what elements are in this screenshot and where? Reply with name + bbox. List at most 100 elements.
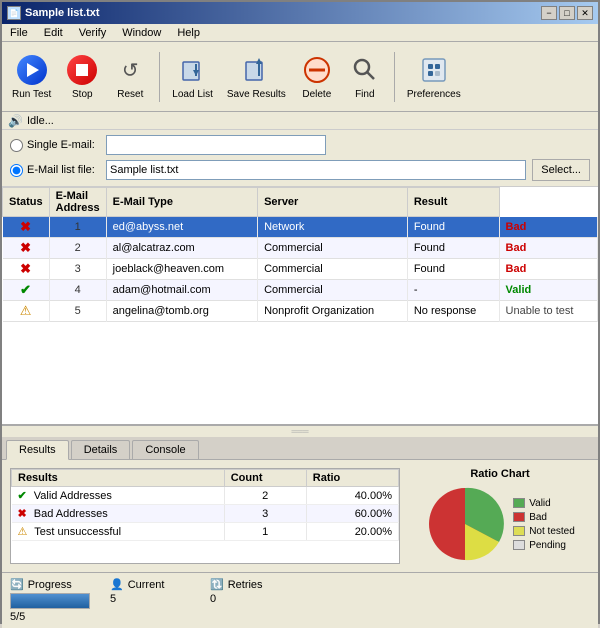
table-row[interactable]: ✖ 1 ed@abyss.net Network Found Bad: [3, 217, 598, 238]
tab-details[interactable]: Details: [71, 440, 131, 459]
panel-content: Results Count Ratio ✔ Valid Addresses 2: [2, 460, 598, 572]
type-cell: Commercial: [258, 280, 408, 301]
email-table-section: Status E-Mail Address E-Mail Type Server…: [2, 187, 598, 426]
table-body: ✖ 1 ed@abyss.net Network Found Bad ✖ 2 a…: [3, 217, 598, 322]
menu-edit[interactable]: Edit: [40, 26, 67, 40]
load-list-button[interactable]: Load List: [168, 51, 217, 102]
bad-icon: ✖: [18, 508, 27, 520]
progress-bar-container: [10, 593, 90, 609]
server-cell: No response: [407, 301, 499, 322]
current-label-text: Current: [128, 579, 165, 591]
delete-button[interactable]: Delete: [296, 51, 338, 102]
col-server: Server: [258, 188, 408, 217]
input-section: Single E-mail: E-Mail list file: Select.…: [2, 130, 598, 187]
save-results-button[interactable]: Save Results: [223, 51, 290, 102]
legend-valid-color: [513, 498, 525, 508]
tab-console[interactable]: Console: [132, 440, 198, 459]
valid-icon: ✔: [18, 490, 27, 502]
type-cell: Nonprofit Organization: [258, 301, 408, 322]
status-bar: 🔊 Idle...: [2, 112, 598, 130]
maximize-button[interactable]: □: [559, 6, 575, 20]
email-list-radio[interactable]: [10, 164, 23, 177]
type-cell: Commercial: [258, 259, 408, 280]
result-cell: Bad: [499, 217, 597, 238]
select-button[interactable]: Select...: [532, 159, 590, 181]
close-button[interactable]: ✕: [577, 6, 593, 20]
server-cell: Found: [407, 238, 499, 259]
results-box: Results Count Ratio ✔ Valid Addresses 2: [10, 468, 400, 564]
status-x-icon: ✖: [20, 261, 31, 276]
progress-item-current: 👤 Current 5: [110, 578, 190, 623]
table-row[interactable]: ✖ 3 joeblack@heaven.com Commercial Found…: [3, 259, 598, 280]
menu-help[interactable]: Help: [173, 26, 204, 40]
run-test-label: Run Test: [12, 89, 51, 100]
single-email-radio[interactable]: [10, 139, 23, 152]
email-cell: angelina@tomb.org: [106, 301, 257, 322]
find-icon: [350, 55, 380, 85]
result-cell: Unable to test: [499, 301, 597, 322]
resize-grip[interactable]: ═══: [2, 426, 598, 437]
progress-value: 5/5: [10, 611, 90, 623]
menu-bar: File Edit Verify Window Help: [2, 24, 598, 42]
tabs-row: Results Details Console: [2, 437, 598, 460]
status-text: Idle...: [27, 115, 54, 127]
legend-pending: Pending: [513, 540, 575, 551]
menu-file[interactable]: File: [6, 26, 32, 40]
email-cell: joeblack@heaven.com: [106, 259, 257, 280]
minimize-button[interactable]: −: [541, 6, 557, 20]
save-icon: [241, 55, 271, 85]
result-cell: Valid: [499, 280, 597, 301]
results-row-bad: ✖ Bad Addresses 3 60.00%: [12, 505, 399, 523]
chart-container: Valid Bad Not tested Pending: [425, 484, 575, 564]
window-icon: 📄: [7, 6, 21, 20]
table-row[interactable]: ⚠ 5 angelina@tomb.org Nonprofit Organiza…: [3, 301, 598, 322]
menu-verify[interactable]: Verify: [75, 26, 111, 40]
table-row[interactable]: ✔ 4 adam@hotmail.com Commercial - Valid: [3, 280, 598, 301]
results-col-count: Count: [224, 470, 306, 487]
toolbar-separator-1: [159, 52, 160, 102]
legend-not-tested: Not tested: [513, 526, 575, 537]
load-icon: [178, 55, 208, 85]
email-table: Status E-Mail Address E-Mail Type Server…: [2, 187, 598, 322]
results-table: Results Count Ratio ✔ Valid Addresses 2: [11, 469, 399, 541]
num-cell: 1: [49, 217, 106, 238]
single-email-input[interactable]: [106, 135, 326, 155]
email-list-row: E-Mail list file: Select...: [10, 159, 590, 181]
email-cell: adam@hotmail.com: [106, 280, 257, 301]
tab-results[interactable]: Results: [6, 440, 69, 460]
status-check-icon: ✔: [20, 282, 31, 297]
delete-label: Delete: [302, 89, 331, 100]
find-button[interactable]: Find: [344, 51, 386, 102]
table-header-row: Status E-Mail Address E-Mail Type Server…: [3, 188, 598, 217]
stop-icon: [67, 55, 97, 85]
load-list-label: Load List: [172, 89, 213, 100]
status-cell: ⚠: [3, 301, 50, 322]
num-cell: 2: [49, 238, 106, 259]
results-col-ratio: Ratio: [306, 470, 398, 487]
preferences-button[interactable]: Preferences: [403, 51, 465, 102]
col-status: Status: [3, 188, 50, 217]
result-cell: Bad: [499, 238, 597, 259]
chart-legend: Valid Bad Not tested Pending: [513, 498, 575, 551]
email-list-input[interactable]: [106, 160, 526, 180]
legend-bad-color: [513, 512, 525, 522]
status-x-icon: ✖: [20, 219, 31, 234]
table-row[interactable]: ✖ 2 al@alcatraz.com Commercial Found Bad: [3, 238, 598, 259]
delete-icon: [302, 55, 332, 85]
single-email-row: Single E-mail:: [10, 135, 590, 155]
legend-valid: Valid: [513, 498, 575, 509]
progress-section: 🔄 Progress 5/5 👤 Current 5 🔃 Retries: [2, 572, 598, 628]
reset-button[interactable]: ↺ Reset: [109, 51, 151, 102]
email-cell: ed@abyss.net: [106, 217, 257, 238]
email-list-label[interactable]: E-Mail list file:: [10, 164, 100, 177]
status-cell: ✖: [3, 259, 50, 280]
run-test-button[interactable]: Run Test: [8, 51, 55, 102]
preferences-label: Preferences: [407, 89, 461, 100]
pie-chart: [425, 484, 505, 564]
single-email-label[interactable]: Single E-mail:: [10, 139, 100, 152]
stop-button[interactable]: Stop: [61, 51, 103, 102]
status-icon: 🔊: [8, 114, 23, 128]
result-cell: Bad: [499, 259, 597, 280]
menu-window[interactable]: Window: [118, 26, 165, 40]
window-controls: − □ ✕: [541, 6, 593, 20]
